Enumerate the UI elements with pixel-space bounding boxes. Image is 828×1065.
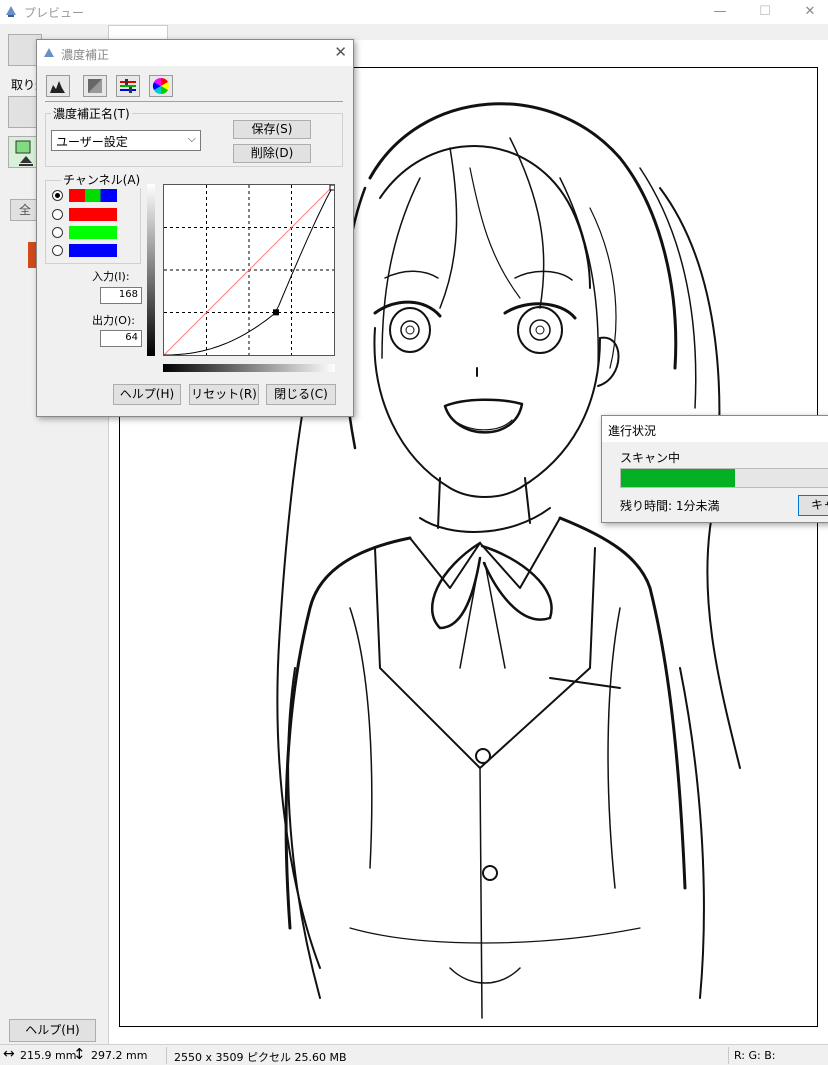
dialog-divider [45,101,343,102]
remaining-time: 残り時間: 1分未満 [620,499,720,513]
preset-group-label: 濃度補正名(T) [51,105,132,122]
balance-icon [120,79,136,93]
chevron-down-icon: ⌵ [187,132,196,145]
color-wheel-icon [152,77,170,95]
progress-bar-fill [621,469,735,487]
help-button[interactable]: ヘルプ(H) [113,384,181,405]
close-button[interactable]: ✕ [790,0,828,24]
tone-curve-graph[interactable] [163,184,336,356]
histogram-tab[interactable] [46,75,70,97]
channel-blue-swatch [69,244,117,257]
cancel-button[interactable]: キャンセル [798,495,828,516]
input-gradient-bar [163,364,335,372]
resolution-info: 2550 x 3509 ピクセル 25.60 MB [174,1051,347,1064]
histogram-icon [50,81,65,93]
progress-dialog: 進行状況 スキャン中 残り時間: 1分未満 キャンセル [601,415,828,523]
channel-red-swatch [69,208,117,221]
width-arrow-icon: ↔ [3,1046,15,1062]
height-arrow-icon: ↕ [73,1045,86,1063]
save-button[interactable]: 保存(S) [233,120,311,139]
dialog-title-bar[interactable]: 濃度補正 ✕ [37,40,353,66]
preset-select[interactable]: ユーザー設定 ⌵ [51,130,201,151]
channel-red-radio[interactable] [52,209,63,220]
balance-tab[interactable] [116,75,140,97]
channel-green-radio[interactable] [52,227,63,238]
status-bar: ↔ 215.9 mm ↕ 297.2 mm 2550 x 3509 ピクセル 2… [0,1044,828,1065]
main-help-button[interactable]: ヘルプ(H) [9,1019,96,1042]
status-divider [166,1047,167,1064]
curve-control-point[interactable] [273,309,279,316]
close-button[interactable]: 閉じる(C) [266,384,336,405]
progress-title-bar[interactable]: 進行状況 [602,416,828,442]
main-title-bar: プレビュー — ☐ ✕ [0,0,828,24]
app-icon [6,6,16,17]
delete-button[interactable]: 削除(D) [233,144,311,163]
progress-title: 進行状況 [608,424,657,438]
tone-tab[interactable] [83,75,107,97]
density-correction-dialog: 濃度補正 ✕ 濃度補正名(T) ユーザー設定 ⌵ 保存(S) 削除(D) チャン… [36,39,354,417]
output-value-field[interactable]: 64 [100,330,142,347]
progress-status: スキャン中 [620,451,681,465]
status-divider [728,1047,729,1064]
window-title: プレビュー [24,6,85,20]
channel-blue-radio[interactable] [52,245,63,256]
progress-bar [620,468,828,488]
warning-marker [28,242,36,268]
channel-rgb-radio[interactable] [52,190,63,201]
output-label: 出力(O): [92,314,135,327]
channel-green-swatch [69,226,117,239]
app-icon [44,48,54,57]
dialog-title: 濃度補正 [61,48,110,62]
input-value-field[interactable]: 168 [100,287,142,304]
maximize-button[interactable]: ☐ [745,0,785,24]
reset-button[interactable]: リセット(R) [189,384,259,405]
tone-curve-editor[interactable] [163,184,336,356]
preset-value: ユーザー設定 [56,135,128,149]
curve-end-point[interactable] [329,184,336,191]
color-wheel-tab[interactable] [149,75,173,97]
output-gradient-bar [147,184,155,356]
input-label: 入力(I): [92,270,130,283]
close-icon[interactable]: ✕ [334,43,347,61]
scan-height: 297.2 mm [91,1049,148,1062]
tone-icon [88,79,102,93]
scan-width: 215.9 mm [20,1049,77,1062]
minimize-button[interactable]: — [700,0,740,24]
channel-group-label: チャンネル(A) [61,171,143,188]
rgb-readout: R: G: B: [734,1049,776,1062]
channel-rgb-swatch [69,189,117,202]
